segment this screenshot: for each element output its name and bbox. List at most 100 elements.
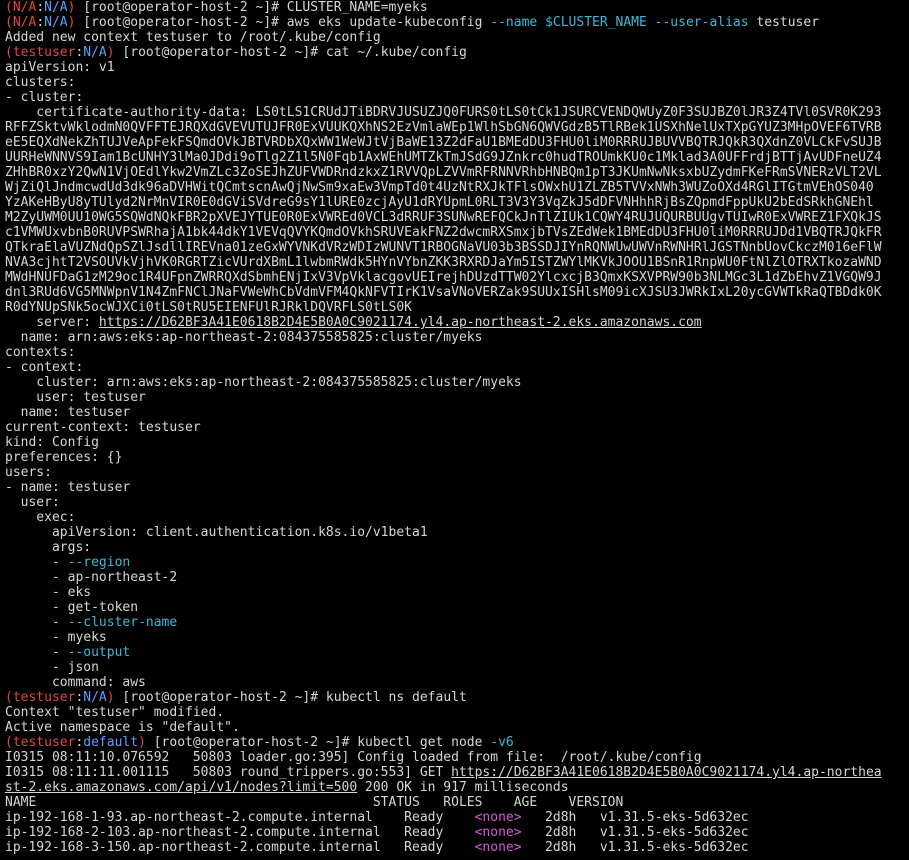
terminal-line: name: testuser — [5, 405, 909, 420]
terminal-line: c1VMWUxvbnB0RUVPSWRhajA1bk44dkY1VEVqQVYK… — [5, 225, 909, 240]
terminal-line: contexts: — [5, 345, 909, 360]
terminal-line: M2ZyUWM0UU10WG5SQWdNQkFBR2pXVEJYTUE0R0Ex… — [5, 210, 909, 225]
terminal-text: N/A — [12, 0, 37, 15]
terminal-link[interactable]: https://D62BF3A41E0618B2D4E5B0A0C9021174… — [99, 315, 702, 330]
terminal-line: apiVersion: client.authentication.k8s.io… — [5, 525, 909, 540]
terminal-line: server: https://D62BF3A41E0618B2D4E5B0A0… — [5, 315, 909, 330]
terminal-text: testuser — [12, 45, 76, 60]
terminal-text: c1VMWUxvbnB0RUVPSWRhajA1bk44dkY1VEVqQVYK… — [5, 225, 882, 240]
terminal-line: NAME STATUS ROLES AGE VERSION — [5, 795, 909, 810]
terminal-line: clusters: — [5, 75, 909, 90]
terminal-line: current-context: testuser — [5, 420, 909, 435]
terminal-text: kind: Config — [5, 435, 99, 450]
terminal-link[interactable]: st-2.eks.amazonaws.com/api/v1/nodes?limi… — [5, 780, 357, 795]
terminal-line: (N/A:N/A) [root@operator-host-2 ~]# CLUS… — [5, 0, 909, 15]
terminal-text: ( — [5, 690, 13, 705]
terminal-text: --user-alias — [654, 15, 749, 30]
terminal-text: ) — [138, 735, 146, 750]
terminal-line: - --cluster-name — [5, 615, 909, 630]
terminal-line: ip-192-168-1-93.ap-northeast-2.compute.i… — [5, 810, 909, 825]
terminal-line: apiVersion: v1 — [5, 60, 909, 75]
terminal-line: st-2.eks.amazonaws.com/api/v1/nodes?limi… — [5, 780, 909, 795]
terminal-line: (testuser:default) [root@operator-host-2… — [5, 735, 909, 750]
terminal-text: clusters: — [5, 75, 76, 90]
terminal-text: [root@operator-host-2 ~]# CLUSTER_NAME=m… — [75, 0, 428, 15]
terminal-line: QTkraElaVUZNdQpSZlJsdllIREVna01zeGxWYVNK… — [5, 240, 909, 255]
terminal-text: ) — [106, 45, 115, 60]
terminal-text: --cluster-name — [67, 615, 178, 630]
terminal-text: - json — [5, 660, 99, 675]
terminal-text: ip-192-168-1-93.ap-northeast-2.compute.i… — [5, 810, 475, 825]
terminal-text: --region — [67, 555, 131, 570]
terminal-text: server: — [5, 315, 99, 330]
terminal-text: <none> — [474, 810, 522, 825]
terminal-line: - cluster: — [5, 90, 909, 105]
terminal-line: MWdHNUFDaG1zM29oc1R4UFpnZWRRQXdSbmhENjIx… — [5, 270, 909, 285]
terminal-line: R0dYNUpSNk5ocWJXCi0tLS0tRU5EIENFUlRJRklD… — [5, 300, 909, 315]
terminal-line: ZHhBR0xzY2QwN1VjOEdlYkw2VmZLc3ZoSEJhZUFV… — [5, 165, 909, 180]
terminal-line: I0315 08:11:11.001115 50803 round_trippe… — [5, 765, 909, 780]
terminal-text: NVA3cjhtT2VSOUVkVjhVK0RGRTZicVUrdXBmL1lw… — [5, 255, 882, 270]
terminal-text: ) — [106, 690, 115, 705]
terminal-line: command: aws — [5, 675, 909, 690]
terminal-text: dnl3RUd6VG5MNWpnV1N4ZmFNClJNaFVWeWhCbVdm… — [5, 285, 882, 300]
terminal-text: - — [5, 615, 68, 630]
terminal-text: default — [83, 735, 139, 750]
terminal-text: --name — [490, 15, 538, 30]
terminal-text: ip-192-168-3-150.ap-northeast-2.compute.… — [5, 840, 475, 855]
terminal-text: <none> — [474, 840, 522, 855]
terminal-text: - ap-northeast-2 — [5, 570, 178, 585]
terminal-text: 2d8h v1.31.5-eks-5d632ec — [521, 810, 749, 825]
terminal-text: RFFZSktvWklodmN0QVFFTEJRQXdGVEVUTUJFR0Ex… — [5, 120, 882, 135]
terminal-text: current-context: testuser — [5, 420, 201, 435]
terminal-window[interactable]: (N/A:N/A) [root@operator-host-2 ~]# CLUS… — [0, 0, 909, 860]
terminal-text: apiVersion: client.authentication.k8s.io… — [5, 525, 428, 540]
terminal-text: testuser — [12, 690, 76, 705]
terminal-line: Context "testuser" modified. — [5, 705, 909, 720]
terminal-line: I0315 08:11:10.076592 50803 loader.go:39… — [5, 750, 909, 765]
terminal-line: users: — [5, 465, 909, 480]
terminal-line: Active namespace is "default". — [5, 720, 909, 735]
terminal-line: - ap-northeast-2 — [5, 570, 909, 585]
terminal-text: 200 OK in 917 milliseconds — [357, 780, 569, 795]
terminal-text: I0315 08:11:10.076592 50803 loader.go:39… — [5, 750, 702, 765]
terminal-line: - context: — [5, 360, 909, 375]
terminal-line: eE5EQXdNekZhTUJVeApFekFSQmdOVkJBTVRDbXQx… — [5, 135, 909, 150]
terminal-line: exec: — [5, 510, 909, 525]
terminal-text: [root@operator-host-2 ~]# cat ~/.kube/co… — [114, 45, 467, 60]
terminal-text: 2d8h v1.31.5-eks-5d632ec — [521, 825, 749, 840]
terminal-text: ( — [5, 735, 13, 750]
terminal-line: UURHeWNNVS9Iam1BcUNHY3lMa0JDdi9oTlg2Z1l5… — [5, 150, 909, 165]
terminal-text: ( — [5, 15, 13, 30]
terminal-text: name: arn:aws:eks:ap-northeast-2:0843755… — [5, 330, 483, 345]
terminal-text: user: testuser — [5, 390, 146, 405]
terminal-text: - context: — [5, 360, 84, 375]
terminal-text: testuser — [748, 15, 820, 30]
terminal-line: kind: Config — [5, 435, 909, 450]
terminal-text: ip-192-168-2-103.ap-northeast-2.compute.… — [5, 825, 475, 840]
terminal-text: ( — [5, 45, 13, 60]
terminal-text: command: aws — [5, 675, 146, 690]
terminal-text: ZHhBR0xzY2QwN1VjOEdlYkw2VmZLc3ZoSEJhZUFV… — [5, 165, 882, 180]
terminal-line: - get-token — [5, 600, 909, 615]
terminal-text: user: — [5, 495, 60, 510]
terminal-line: certificate-authority-data: LS0tLS1CRUdJ… — [5, 105, 909, 120]
terminal-text: [root@operator-host-2 ~]# aws eks update… — [75, 15, 491, 30]
terminal-text: I0315 08:11:11.001115 50803 round_trippe… — [5, 765, 452, 780]
terminal-text: contexts: — [5, 345, 76, 360]
terminal-text: Added new context testuser to /root/.kub… — [5, 30, 381, 45]
terminal-text: --output — [67, 645, 131, 660]
terminal-line: YzAKeHByU8yTUlyd2NrMnVIR0E0dGViSVdreG9sY… — [5, 195, 909, 210]
terminal-text: R0dYNUpSNk5ocWJXCi0tLS0tRU5EIENFUlRJRklD… — [5, 300, 412, 315]
terminal-link[interactable]: https://D62BF3A41E0618B2D4E5B0A0C9021174… — [451, 765, 881, 780]
terminal-text: N/A — [83, 45, 107, 60]
terminal-text: name: testuser — [5, 405, 131, 420]
terminal-line: - --region — [5, 555, 909, 570]
terminal-line: name: arn:aws:eks:ap-northeast-2:0843755… — [5, 330, 909, 345]
terminal-text: $CLUSTER_NAME — [537, 15, 655, 30]
terminal-text: Context "testuser" modified. — [5, 705, 225, 720]
terminal-line: Added new context testuser to /root/.kub… — [5, 30, 909, 45]
terminal-line: - json — [5, 660, 909, 675]
terminal-line: args: — [5, 540, 909, 555]
terminal-line: ip-192-168-3-150.ap-northeast-2.compute.… — [5, 840, 909, 855]
